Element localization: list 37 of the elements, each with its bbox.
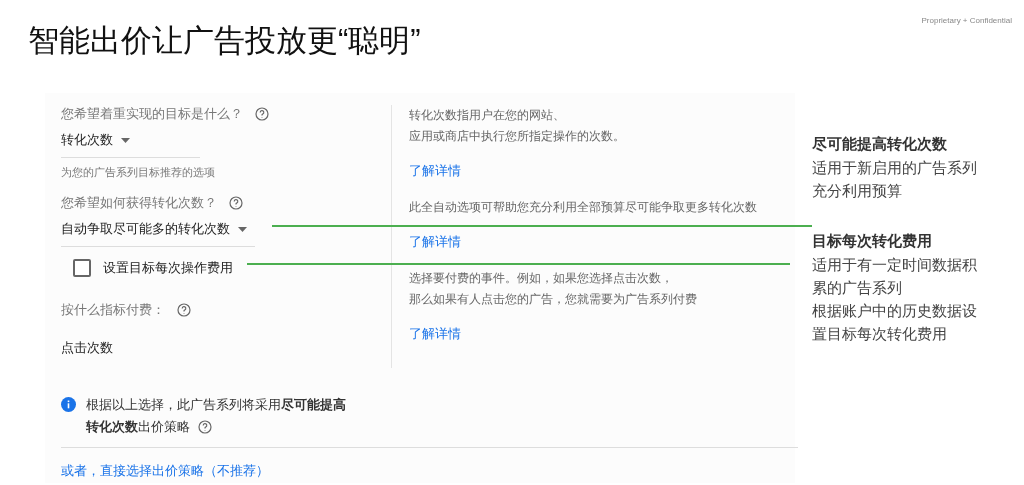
- slide-title: 智能出价让广告投放更“聪明”: [28, 22, 421, 60]
- help-icon[interactable]: [198, 420, 212, 434]
- learn-more-link[interactable]: 了解详情: [409, 162, 461, 180]
- learn-more-link[interactable]: 了解详情: [409, 233, 461, 251]
- checkbox-label: 设置目标每次操作费用: [103, 259, 233, 277]
- dropdown[interactable]: 自动争取尽可能多的转化次数: [61, 220, 255, 247]
- field-label: 您希望着重实现的目标是什么？: [61, 105, 243, 123]
- note-title: 尽可能提高转化次数: [812, 135, 948, 154]
- description-text: 选择要付费的事件。例如，如果您选择点击次数，: [409, 270, 674, 287]
- info-text: 根据以上选择，此广告系列将采用尽可能提高: [86, 396, 346, 414]
- note-text: 适用于有一定时间数据积: [812, 255, 977, 275]
- field-label: 按什么指标付费：: [61, 301, 165, 319]
- field-label: 您希望如何获得转化次数？: [61, 194, 217, 212]
- description-text: 此全自动选项可帮助您充分利用全部预算尽可能争取更多转化次数: [409, 199, 758, 216]
- confidential-label: Proprietary + Confidential: [921, 16, 1012, 27]
- help-icon[interactable]: [255, 107, 269, 121]
- field-value: 点击次数: [61, 339, 114, 357]
- help-icon[interactable]: [177, 303, 191, 317]
- caret-icon: [121, 137, 130, 143]
- help-icon[interactable]: [229, 196, 243, 210]
- learn-more-link[interactable]: 了解详情: [409, 325, 461, 343]
- checkbox[interactable]: [73, 259, 91, 277]
- dropdown[interactable]: 转化次数: [61, 131, 200, 158]
- description-text: 转化次数指用户在您的网站、: [409, 107, 566, 124]
- note-text: 置目标每次转化费用: [812, 324, 948, 344]
- choose-strategy-link[interactable]: 或者，直接选择出价策略（不推荐）: [61, 462, 269, 480]
- hint-text: 为您的广告系列目标推荐的选项: [61, 165, 216, 180]
- note-text: 适用于新启用的广告系列: [812, 158, 977, 178]
- description-text: 应用或商店中执行您所指定操作的次数。: [409, 128, 626, 145]
- note-text: 累的广告系列: [812, 278, 903, 298]
- description-text: 那么如果有人点击您的广告，您就需要为广告系列付费: [409, 291, 698, 308]
- note-title: 目标每次转化费用: [812, 232, 933, 251]
- note-text: 充分利用预算: [812, 181, 903, 201]
- note-text: 根据账户中的历史数据设: [812, 301, 977, 321]
- info-icon: [61, 397, 76, 412]
- info-text: 转化次数出价策略: [86, 418, 190, 436]
- caret-icon: [238, 226, 247, 232]
